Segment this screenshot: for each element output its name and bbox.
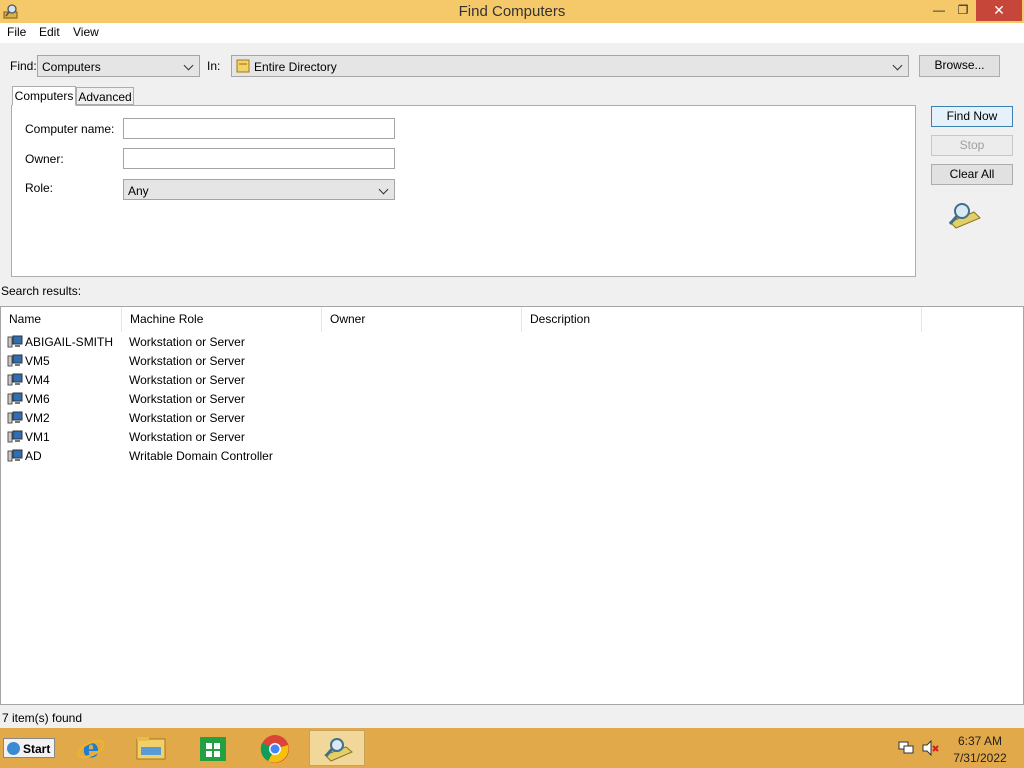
clock-date[interactable]: 7/31/2022 — [950, 751, 1010, 765]
chevron-down-icon — [182, 59, 196, 73]
chevron-down-icon — [891, 59, 905, 73]
computer-name-cell: ABIGAIL-SMITH — [25, 335, 114, 349]
minimize-button[interactable]: — — [926, 0, 952, 21]
volume-muted-icon[interactable] — [921, 740, 939, 756]
tab-advanced[interactable]: Advanced — [76, 87, 134, 105]
machine-role-cell: Workstation or Server — [129, 335, 245, 349]
in-location-select[interactable]: Entire Directory — [231, 55, 909, 77]
file-explorer-icon — [136, 737, 166, 760]
find-type-value: Computers — [42, 60, 101, 74]
column-header-owner[interactable]: Owner — [322, 307, 522, 332]
tab-computers[interactable]: Computers — [12, 86, 76, 106]
table-row[interactable]: VM2 Workstation or Server — [1, 409, 1023, 428]
computer-name-cell: AD — [25, 449, 42, 463]
computer-name-cell: VM4 — [25, 373, 50, 387]
internet-explorer-icon: e — [77, 734, 105, 762]
column-header-name[interactable]: Name — [1, 307, 122, 332]
computer-name-cell: VM2 — [25, 411, 50, 425]
find-type-select[interactable]: Computers — [37, 55, 200, 77]
taskbar-find-computers[interactable] — [309, 730, 365, 766]
status-text: 7 item(s) found — [2, 711, 83, 725]
computer-icon — [7, 335, 23, 348]
find-computers-icon — [324, 738, 353, 762]
computer-name-cell: VM1 — [25, 430, 50, 444]
browse-button[interactable]: Browse... — [919, 55, 1000, 77]
table-row[interactable]: VM5 Workstation or Server — [1, 352, 1023, 371]
window-title: Find Computers — [458, 3, 566, 20]
in-label: In: — [207, 59, 221, 73]
computer-icon — [7, 373, 23, 386]
chevron-down-icon — [377, 183, 391, 197]
maximize-button[interactable]: ❐ — [950, 0, 976, 21]
computer-icon — [7, 392, 23, 405]
directory-icon — [236, 59, 250, 73]
column-header-description[interactable]: Description — [522, 307, 922, 332]
close-button[interactable]: ✕ — [976, 0, 1022, 21]
start-globe-icon — [7, 742, 20, 755]
search-magnifier-icon — [948, 203, 981, 229]
machine-role-cell: Workstation or Server — [129, 411, 245, 425]
computer-icon — [7, 354, 23, 367]
computer-name-input[interactable] — [123, 118, 395, 139]
store-icon — [200, 737, 226, 761]
clock-time[interactable]: 6:37 AM — [950, 734, 1010, 748]
title-bar: Find Computers — ❐ ✕ — [0, 0, 1024, 23]
computer-name-cell: VM5 — [25, 354, 50, 368]
table-row[interactable]: VM4 Workstation or Server — [1, 371, 1023, 390]
machine-role-cell: Workstation or Server — [129, 430, 245, 444]
machine-role-cell: Workstation or Server — [129, 354, 245, 368]
chrome-icon — [260, 735, 289, 763]
taskbar: Start e 6:37 AM 7/31/2022 — [0, 728, 1024, 768]
search-results-label: Search results: — [1, 284, 82, 298]
start-label: Start — [23, 742, 51, 756]
menu-file[interactable]: File — [7, 25, 26, 39]
taskbar-internet-explorer[interactable]: e — [63, 730, 119, 766]
machine-role-cell: Writable Domain Controller — [129, 449, 273, 463]
menu-view[interactable]: View — [73, 25, 99, 39]
role-value: Any — [128, 184, 149, 198]
search-criteria-panel: Computer name: Owner: Role: Any — [11, 105, 916, 277]
menu-edit[interactable]: Edit — [39, 25, 60, 39]
taskbar-file-explorer[interactable] — [123, 730, 179, 766]
table-row[interactable]: VM6 Workstation or Server — [1, 390, 1023, 409]
in-location-value: Entire Directory — [254, 60, 337, 74]
taskbar-store[interactable] — [185, 730, 241, 766]
computer-name-cell: VM6 — [25, 392, 50, 406]
find-now-button[interactable]: Find Now — [931, 106, 1013, 127]
taskbar-chrome[interactable] — [247, 730, 303, 766]
network-icon[interactable] — [897, 740, 915, 756]
clear-all-button[interactable]: Clear All — [931, 164, 1013, 185]
stop-button[interactable]: Stop — [931, 135, 1013, 156]
find-label: Find: — [10, 59, 37, 73]
role-label: Role: — [25, 181, 54, 195]
table-row[interactable]: VM1 Workstation or Server — [1, 428, 1023, 447]
start-button[interactable]: Start — [3, 738, 55, 758]
role-select[interactable]: Any — [123, 179, 395, 200]
computer-name-label: Computer name: — [25, 122, 115, 136]
column-header-machine-role[interactable]: Machine Role — [122, 307, 322, 332]
table-row[interactable]: ABIGAIL-SMITH Workstation or Server — [1, 333, 1023, 352]
machine-role-cell: Workstation or Server — [129, 392, 245, 406]
menu-bar: File Edit View — [0, 23, 1024, 43]
results-list[interactable]: Name Machine Role Owner Description ABIG… — [0, 306, 1024, 705]
owner-label: Owner: — [25, 152, 64, 166]
table-row[interactable]: AD Writable Domain Controller — [1, 447, 1023, 466]
computer-icon — [7, 411, 23, 424]
computer-icon — [7, 430, 23, 443]
computer-icon — [7, 449, 23, 462]
owner-input[interactable] — [123, 148, 395, 169]
machine-role-cell: Workstation or Server — [129, 373, 245, 387]
